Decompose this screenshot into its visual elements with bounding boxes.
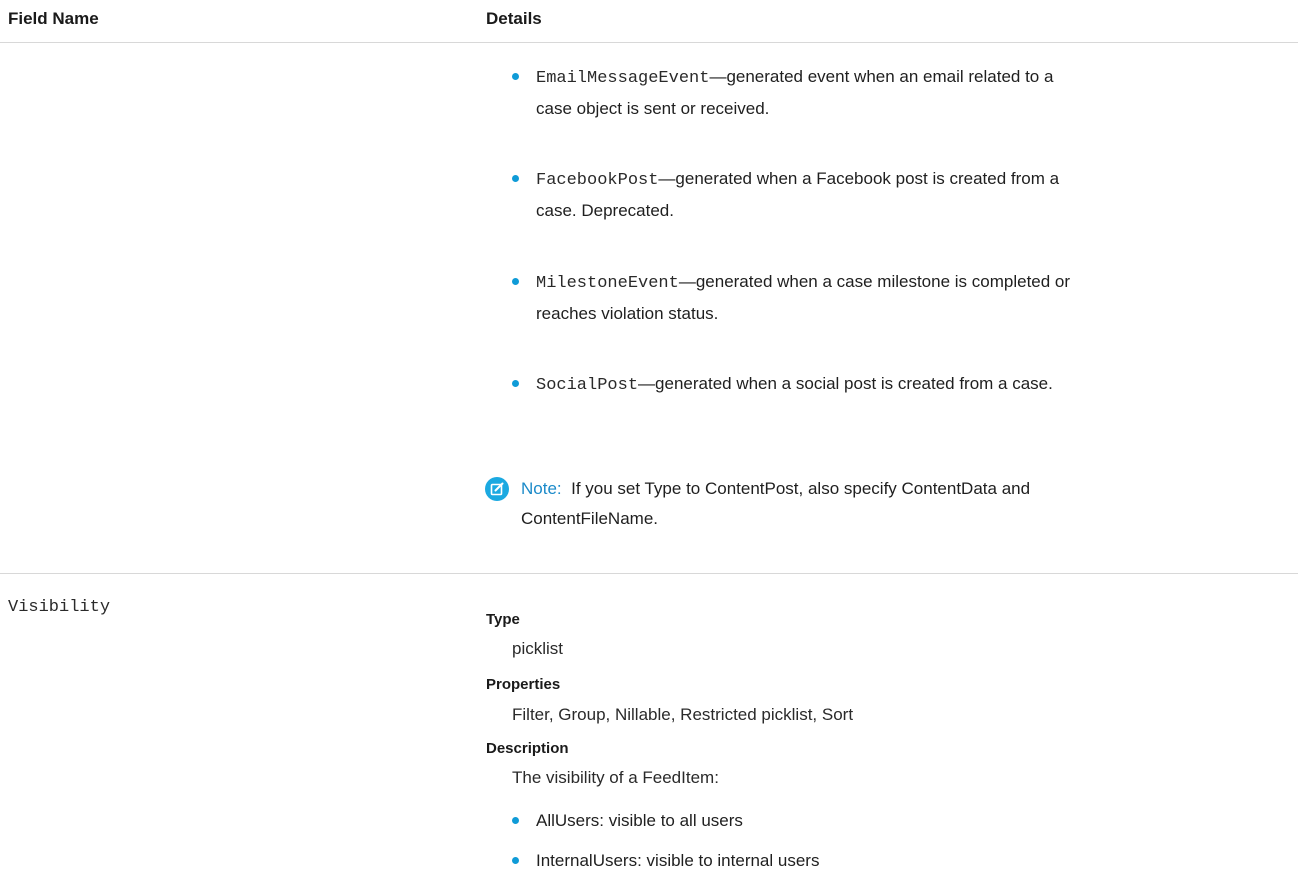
code-value: EmailMessageEvent bbox=[536, 69, 710, 88]
list-item-text: —generated event when an email related t… bbox=[709, 67, 1054, 86]
list-item-text: case object is sent or received. bbox=[536, 99, 770, 118]
list-item-text: case. Deprecated. bbox=[536, 201, 674, 220]
description-value: The visibility of a FeedItem: bbox=[512, 768, 719, 787]
column-header-field-name: Field Name bbox=[8, 9, 99, 28]
bullet-icon bbox=[512, 380, 519, 387]
note-text: If you set Type to ContentPost, also spe… bbox=[571, 479, 1031, 498]
bullet-icon bbox=[512, 73, 519, 80]
row-divider bbox=[0, 573, 1298, 574]
description-label: Description bbox=[486, 740, 569, 757]
table-header: Field Name Details bbox=[0, 0, 1298, 43]
column-header-details: Details bbox=[486, 9, 542, 28]
list-item-text: InternalUsers: visible to internal users bbox=[536, 851, 820, 870]
list-item: MilestoneEvent—generated when a case mil… bbox=[512, 267, 1272, 329]
bullet-icon bbox=[512, 278, 519, 285]
properties-label: Properties bbox=[486, 676, 561, 693]
type-label: Type bbox=[486, 611, 520, 628]
bullet-icon bbox=[512, 857, 519, 864]
list-item: EmailMessageEvent—generated event when a… bbox=[512, 62, 1272, 124]
code-value: FacebookPost bbox=[536, 171, 659, 190]
properties-value: Filter, Group, Nillable, Restricted pick… bbox=[512, 705, 854, 724]
list-item-text: AllUsers: visible to all users bbox=[536, 811, 743, 830]
code-value: SocialPost bbox=[536, 376, 639, 395]
list-item-text: —generated when a Facebook post is creat… bbox=[658, 169, 1060, 188]
edit-note-icon bbox=[485, 477, 509, 501]
note-callout: Note: If you set Type to ContentPost, al… bbox=[485, 474, 1275, 534]
list-item-text: reaches violation status. bbox=[536, 304, 719, 323]
code-value: MilestoneEvent bbox=[536, 274, 679, 293]
list-item: InternalUsers: visible to internal users bbox=[512, 846, 1272, 876]
list-item-text: —generated when a case milestone is comp… bbox=[678, 272, 1071, 291]
list-item: FacebookPost—generated when a Facebook p… bbox=[512, 164, 1272, 226]
field-name: Visibility bbox=[8, 598, 111, 617]
note-text: ContentFileName. bbox=[521, 509, 659, 528]
bullet-icon bbox=[512, 175, 519, 182]
list-item-text: —generated when a social post is created… bbox=[638, 374, 1053, 393]
list-item: AllUsers: visible to all users bbox=[512, 806, 1272, 836]
list-item: SocialPost—generated when a social post … bbox=[512, 369, 1272, 401]
bullet-icon bbox=[512, 817, 519, 824]
type-value: picklist bbox=[512, 639, 564, 658]
note-label: Note: bbox=[521, 479, 562, 498]
